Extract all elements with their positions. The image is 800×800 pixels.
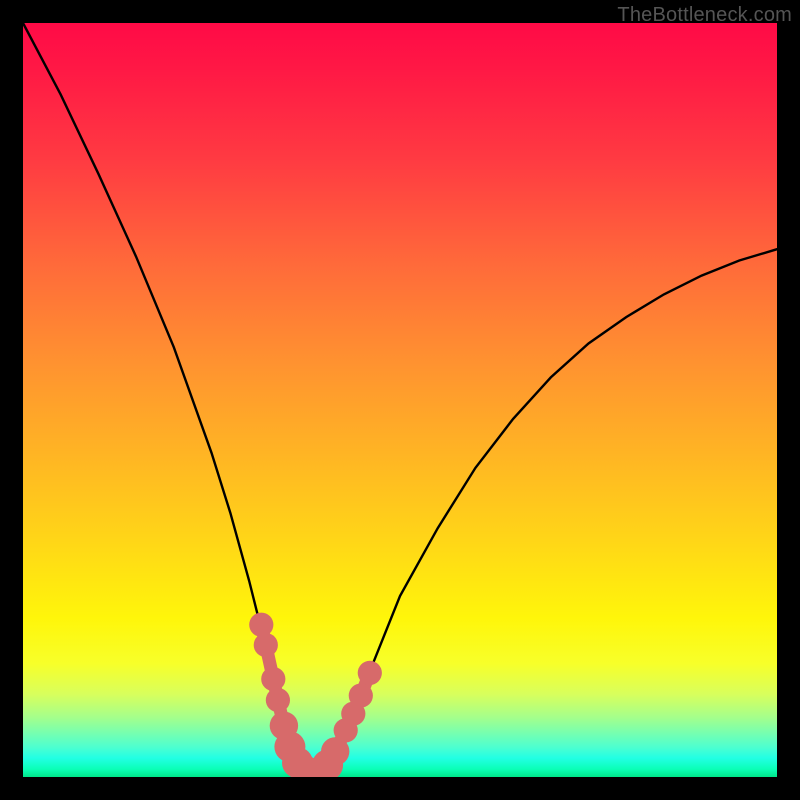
watermark-label: TheBottleneck.com bbox=[617, 4, 792, 27]
curve-marker bbox=[254, 633, 278, 657]
plot-area bbox=[23, 23, 777, 777]
bottleneck-curve bbox=[23, 23, 777, 776]
curve-marker bbox=[249, 613, 273, 637]
curve-marker bbox=[261, 667, 285, 691]
curve-marker bbox=[266, 688, 290, 712]
chart-frame: TheBottleneck.com bbox=[0, 0, 800, 800]
curve-marker bbox=[358, 661, 382, 685]
curve-marker bbox=[349, 684, 373, 708]
bottleneck-curve-svg bbox=[23, 23, 777, 777]
